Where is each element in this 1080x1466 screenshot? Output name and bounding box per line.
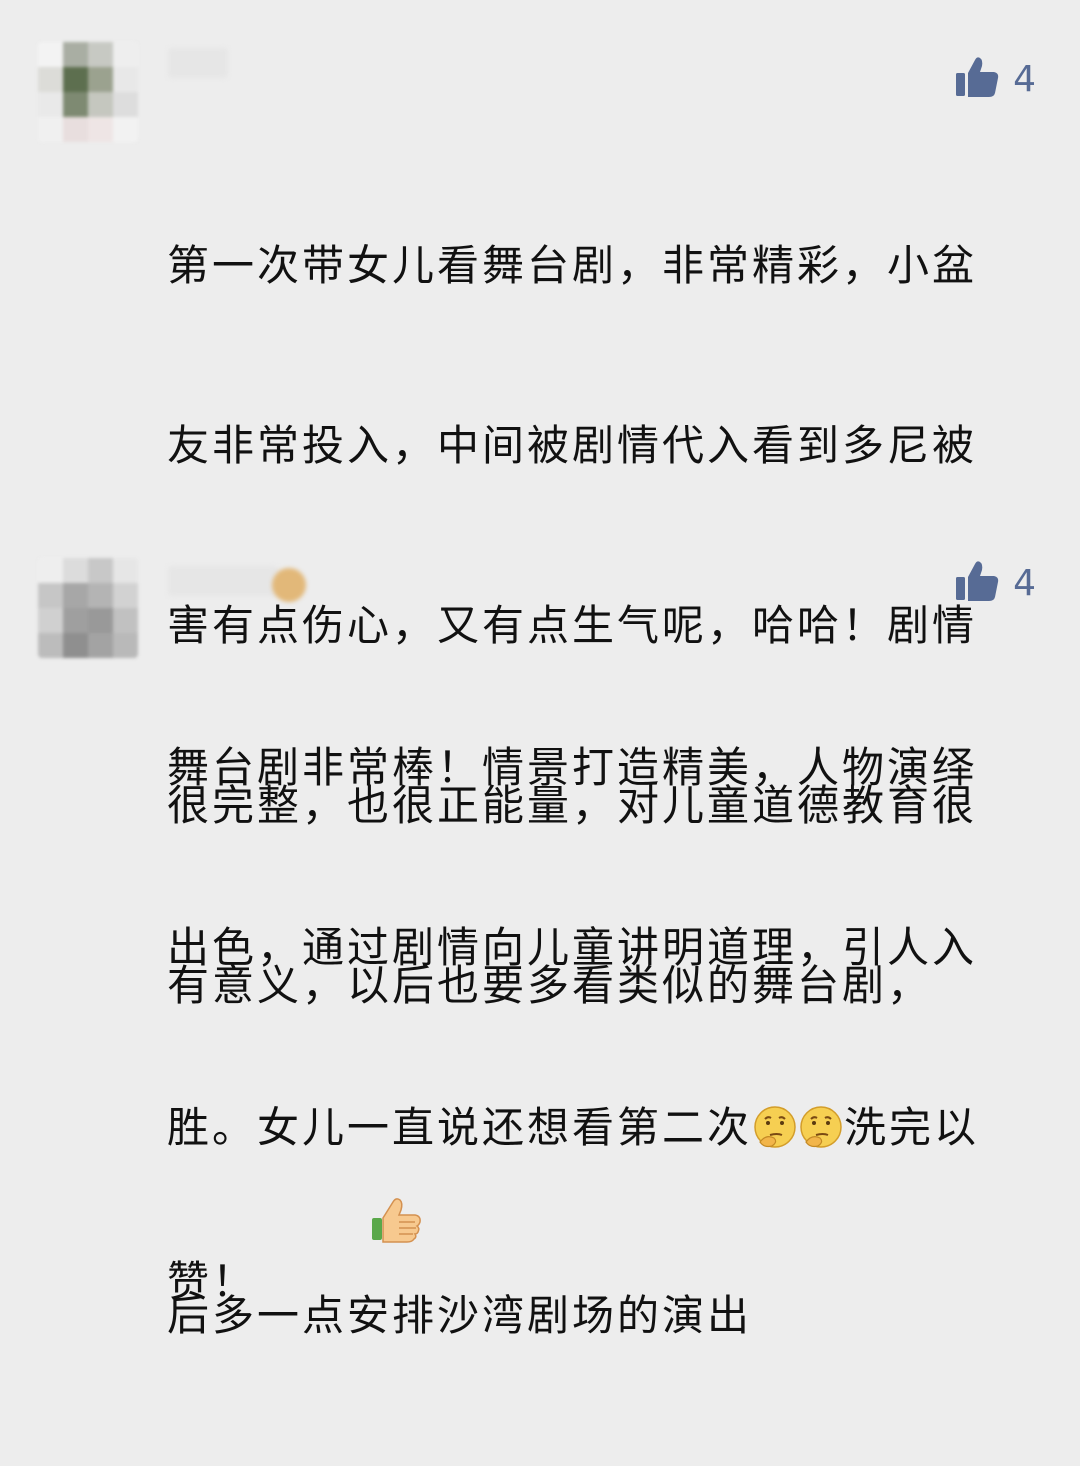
comment-text: 舞台剧非常棒！情景打造精美，人物演绎 出色，通过剧情向儿童讲明道理，引人入 胜。… [167, 618, 1037, 1466]
comment-line: 友非常投入，中间被剧情代入看到多尼被 [167, 421, 978, 470]
like-count: 4 [1013, 58, 1036, 100]
like-count: 4 [1013, 562, 1036, 604]
username-blurred[interactable] [168, 566, 278, 596]
like-button[interactable]: 4 [955, 54, 1036, 104]
avatar[interactable] [38, 558, 138, 658]
thinking-face-emoji [752, 1104, 798, 1166]
thumbs-up-icon [955, 56, 999, 102]
avatar[interactable] [38, 42, 138, 142]
comment-line: 舞台剧非常棒！情景打造精美，人物演绎 [167, 743, 978, 792]
comment-line: 出色，通过剧情向儿童讲明道理，引人入 [167, 923, 978, 972]
thumbs-up-icon [955, 560, 999, 606]
like-button[interactable]: 4 [955, 558, 1036, 608]
comment-line-with-emoji: 胜。女儿一直说还想看第二次 洗完以 [167, 1098, 1037, 1166]
comment-line-text: 洗完以 [844, 1103, 980, 1152]
comment-line: 第一次带女儿看舞台剧，非常精彩，小盆 [167, 241, 978, 290]
comment-line-text: 胜。女儿一直说还想看第二次 [167, 1103, 753, 1152]
username-blurred[interactable] [168, 48, 228, 78]
thinking-face-emoji [798, 1104, 844, 1166]
username-emoji-blurred [272, 568, 306, 602]
comment-line: 后多一点安排沙湾剧场的演出 [167, 1291, 753, 1340]
